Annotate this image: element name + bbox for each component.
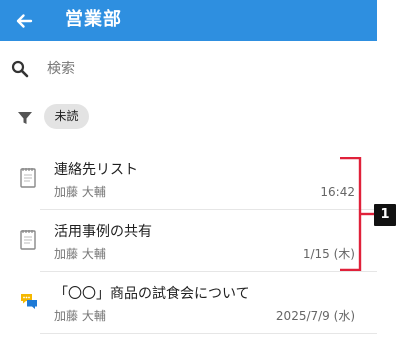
list-item[interactable]: 連絡先リスト 加藤 大輔 16:42 [0, 148, 377, 210]
callout-badge: 1 [374, 204, 396, 226]
search-icon [11, 60, 29, 78]
unread-filter-chip[interactable]: 未読 [44, 104, 89, 129]
chat-bubbles-icon [21, 294, 37, 309]
message-sender: 加藤 大輔 [54, 247, 106, 261]
message-title: 活用事例の共有 [54, 224, 152, 240]
message-title: 「〇〇」商品の試食会について [54, 286, 250, 302]
message-sender: 加藤 大輔 [54, 309, 106, 323]
search-input[interactable] [40, 55, 374, 83]
notepad-icon [20, 230, 36, 250]
filter-icon[interactable] [17, 110, 33, 126]
search-bar [0, 41, 377, 97]
notepad-icon [20, 168, 36, 188]
message-date: 2025/7/9 (水) [275, 309, 355, 323]
filter-row: 未読 [0, 98, 377, 138]
app-bar: 営業部 [0, 0, 377, 41]
message-title: 連絡先リスト [54, 162, 138, 178]
list-item[interactable]: 活用事例の共有 加藤 大輔 1/15 (木) [0, 210, 377, 272]
page-title: 営業部 [65, 9, 122, 30]
app-screen: 営業部 未読 連絡先リスト 加藤 大輔 16:42 [0, 0, 377, 339]
list-item[interactable]: 「〇〇」商品の試食会について 加藤 大輔 2025/7/9 (水) [0, 272, 377, 334]
divider [40, 333, 377, 334]
arrow-back-icon[interactable] [10, 7, 38, 35]
message-sender: 加藤 大輔 [54, 185, 106, 199]
